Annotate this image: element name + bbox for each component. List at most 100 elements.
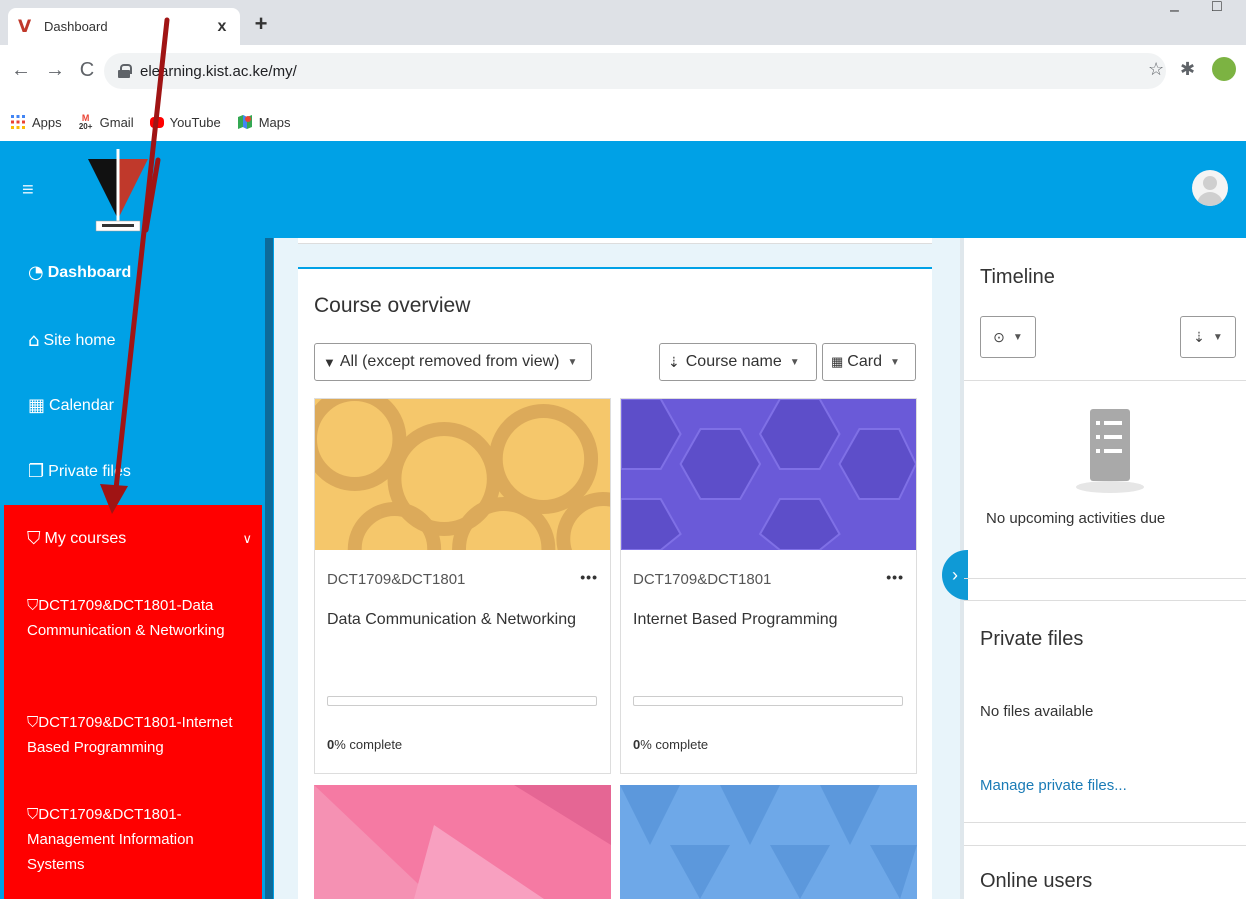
address-bar[interactable]: elearning.kist.ac.ke/my/ <box>104 53 1166 89</box>
sidebar-item-label: My courses <box>44 529 127 547</box>
graduation-cap-icon: ⛉ <box>27 528 41 549</box>
course-image[interactable] <box>621 399 916 550</box>
caret-down-icon: ▼ <box>889 356 900 368</box>
bookmark-youtube[interactable]: YouTube <box>149 114 221 130</box>
course-complete-text: 0% complete <box>633 737 709 752</box>
kist-logo[interactable] <box>82 149 154 237</box>
sidebar-item-label: Site home <box>43 331 116 349</box>
filter-dropdown[interactable]: ▼ All (except removed from view) ▼ <box>314 343 592 381</box>
new-tab-button[interactable]: + <box>248 12 274 38</box>
course-complete-text: 0% complete <box>327 737 403 752</box>
minimize-icon[interactable]: – <box>1170 2 1179 20</box>
url-text: elearning.kist.ac.ke/my/ <box>140 62 297 80</box>
course-category: DCT1709&DCT1801 <box>327 571 466 588</box>
timeline-filter-button[interactable]: ⊙ ▼ <box>980 316 1036 358</box>
sidebar-item-calendar[interactable]: ▦ Calendar <box>28 395 114 416</box>
forward-arrow-icon[interactable]: → <box>44 59 66 82</box>
sidebar-course-item[interactable]: ⛉DCT1709&DCT1801-Data Communication & Ne… <box>27 593 247 643</box>
site-navbar: ≡ <box>0 141 1246 238</box>
file-icon: ❐ <box>28 461 45 482</box>
sort-dropdown[interactable]: ⇣ Course name ▼ <box>659 343 817 381</box>
user-avatar[interactable] <box>1192 170 1228 206</box>
dashboard-icon: ◔ <box>28 262 44 283</box>
nav-drawer-scrollbar[interactable] <box>265 238 273 899</box>
bookmark-label: Maps <box>258 114 291 130</box>
maximize-icon[interactable]: □ <box>1212 0 1222 16</box>
graduation-cap-icon: ⛉ <box>27 713 39 731</box>
sort-icon: ⇣ <box>1193 328 1205 345</box>
browser-tab-bar: V Dashboard x + – □ <box>0 0 1246 45</box>
chevron-right-icon: › <box>952 564 958 585</box>
course-progress-bar <box>327 696 597 706</box>
divider <box>964 578 1246 579</box>
course-name[interactable]: Data Communication & Networking <box>327 607 597 633</box>
page-header-card <box>298 238 932 244</box>
reload-icon[interactable]: C <box>76 59 98 82</box>
sidebar-item-label: Calendar <box>49 396 114 414</box>
bookmark-maps[interactable]: Maps <box>237 114 291 130</box>
bookmark-gmail[interactable]: M 20+ Gmail <box>78 113 134 131</box>
caret-down-icon: ▼ <box>1212 331 1223 343</box>
menu-hamburger-icon[interactable]: ≡ <box>22 179 34 202</box>
course-overview-title: Course overview <box>314 294 471 317</box>
course-name[interactable]: Internet Based Programming <box>633 607 903 633</box>
online-users-title: Online users <box>980 870 1093 892</box>
more-options-icon[interactable]: ••• <box>580 569 598 585</box>
bookmark-label: Gmail <box>99 114 134 130</box>
caret-down-icon: ▼ <box>789 356 800 368</box>
bookmarks-bar: Apps M 20+ Gmail YouTube Maps <box>0 103 1246 141</box>
timeline-sort-button[interactable]: ⇣ ▼ <box>1180 316 1236 358</box>
private-files-empty-text: No files available <box>980 703 1094 720</box>
site-favicon-icon: V <box>18 16 32 37</box>
more-options-icon[interactable]: ••• <box>886 569 904 585</box>
sidebar-item-site-home[interactable]: ⌂ Site home <box>28 330 115 351</box>
sidebar-item-dashboard[interactable]: ◔ Dashboard <box>28 262 131 283</box>
grid-icon: ▦ <box>831 354 844 369</box>
calendar-icon: ▦ <box>28 395 46 416</box>
sidebar-item-label: Dashboard <box>47 263 132 281</box>
empty-list-icon <box>1076 409 1144 493</box>
sidebar-item-my-courses[interactable]: ⛉ My courses ∨ <box>27 528 252 549</box>
bookmark-label: YouTube <box>169 114 221 130</box>
timeline-title: Timeline <box>980 266 1055 288</box>
sidebar-item-label: Private files <box>48 462 131 480</box>
tab-title: Dashboard <box>44 19 108 34</box>
apps-grid-icon <box>11 115 25 129</box>
chevron-down-icon: ∨ <box>242 530 252 546</box>
tab-close-button[interactable]: x <box>214 18 230 36</box>
extensions-puzzle-icon[interactable]: ✱ <box>1180 59 1195 80</box>
lock-icon <box>118 64 132 78</box>
course-card[interactable]: DCT1709&DCT1801 ••• Data Communication &… <box>314 398 611 774</box>
view-dropdown[interactable]: ▦ Card ▼ <box>822 343 916 381</box>
sidebar-course-item[interactable]: ⛉DCT1709&DCT1801-Management Information … <box>27 802 247 877</box>
gmail-icon: M 20+ <box>78 113 93 131</box>
graduation-cap-icon: ⛉ <box>27 805 39 823</box>
back-arrow-icon[interactable]: ← <box>10 59 32 82</box>
bookmark-label: Apps <box>32 114 62 130</box>
divider <box>964 380 1246 381</box>
browser-toolbar: ← → C elearning.kist.ac.ke/my/ ☆ ✱ <box>0 45 1246 103</box>
browser-tab[interactable]: V Dashboard x <box>8 8 240 45</box>
course-image[interactable] <box>315 399 610 550</box>
bookmark-apps[interactable]: Apps <box>10 114 62 130</box>
home-icon: ⌂ <box>28 330 40 351</box>
course-image[interactable] <box>314 785 611 899</box>
course-progress-bar <box>633 696 903 706</box>
caret-down-icon: ▼ <box>567 356 578 368</box>
timeline-empty-text: No upcoming activities due <box>986 510 1166 527</box>
profile-icon[interactable] <box>1212 57 1236 81</box>
filter-icon: ▼ <box>323 354 336 370</box>
graduation-cap-icon: ⛉ <box>27 596 39 614</box>
divider <box>964 845 1246 846</box>
divider <box>964 822 1246 823</box>
clock-icon: ⊙ <box>993 328 1005 345</box>
manage-private-files-link[interactable]: Manage private files... <box>980 777 1127 794</box>
sort-icon: ⇣ <box>668 353 680 370</box>
private-files-title: Private files <box>980 628 1084 650</box>
course-image[interactable] <box>620 785 917 899</box>
sidebar-item-private-files[interactable]: ❐ Private files <box>28 461 131 482</box>
course-card[interactable]: DCT1709&DCT1801 ••• Internet Based Progr… <box>620 398 917 774</box>
bookmark-star-icon[interactable]: ☆ <box>1148 59 1164 80</box>
caret-down-icon: ▼ <box>1012 331 1023 343</box>
sidebar-course-item[interactable]: ⛉DCT1709&DCT1801-Internet Based Programm… <box>27 710 247 760</box>
